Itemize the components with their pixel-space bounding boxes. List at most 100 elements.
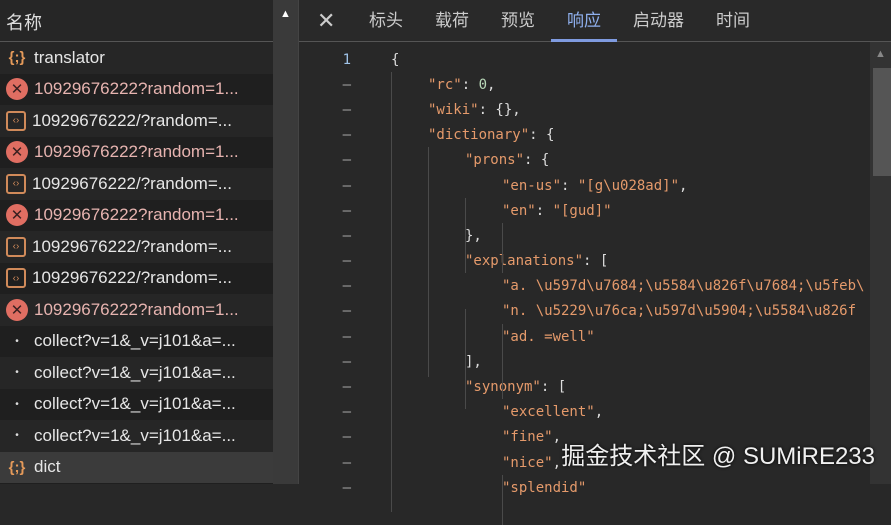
- token: "rc": [428, 76, 462, 93]
- token: "prons": [465, 152, 525, 169]
- request-row[interactable]: {;} translator: [0, 42, 273, 74]
- token: : {},: [478, 101, 521, 118]
- scrollbar-thumb[interactable]: [873, 68, 891, 176]
- indent-guide: [502, 324, 503, 399]
- token: ,: [487, 76, 496, 93]
- code-line: –},: [299, 223, 870, 248]
- request-name: 10929676222?random=1...: [34, 205, 239, 225]
- code-line: – "excellent",: [299, 400, 870, 425]
- token: "n. \u5229\u76ca;\u597d\u5904;\u5584\u82…: [502, 303, 857, 320]
- request-row[interactable]: ‹› 10929676222/?random=...: [0, 105, 273, 137]
- line-number: –: [342, 303, 351, 320]
- scroll-up-icon[interactable]: ▲: [273, 8, 298, 20]
- code-line: –"synonym": [: [299, 374, 870, 399]
- token: "wiki": [428, 101, 479, 118]
- token: "en": [502, 202, 536, 219]
- request-row[interactable]: {;} dict: [0, 451, 273, 483]
- code-line: – "dictionary": {: [299, 123, 870, 148]
- response-scrollbar[interactable]: ▲: [870, 42, 891, 484]
- document-icon: ‹›: [6, 110, 26, 131]
- error-icon: ✕: [6, 78, 28, 101]
- token: :: [461, 76, 479, 93]
- request-row[interactable]: ✕ 10929676222?random=1...: [0, 74, 273, 106]
- token: : [: [583, 253, 609, 270]
- line-number: –: [342, 227, 351, 244]
- token: "a. \u597d\u7684;\u5584\u826f\u7684;\u5f…: [502, 278, 865, 295]
- code-text: ],: [355, 354, 482, 370]
- code-line: – "en-us": "[g\u028ad]",: [299, 173, 870, 198]
- line-number: –: [342, 152, 351, 169]
- request-row[interactable]: ✕ 10929676222?random=1...: [0, 137, 273, 169]
- code-text: "explanations": [: [355, 253, 608, 269]
- request-row[interactable]: • collect?v=1&_v=j101&a=...: [0, 389, 273, 421]
- code-text: "excellent",: [355, 404, 603, 420]
- line-number: –: [342, 454, 351, 471]
- indent-guide: [502, 223, 503, 273]
- token: ,: [594, 404, 604, 421]
- code-line: – "en": "[gud]": [299, 198, 870, 223]
- token: "excellent": [502, 404, 595, 421]
- tab-2[interactable]: 预览: [485, 0, 551, 42]
- resource-dot-icon: •: [15, 430, 19, 442]
- line-number: –: [342, 127, 351, 144]
- code-text: "en-us": "[g\u028ad]",: [355, 178, 687, 194]
- request-row[interactable]: • collect?v=1&_v=j101&a=...: [0, 357, 273, 389]
- request-list-scrollbar[interactable]: ▲: [273, 0, 298, 484]
- token: ],: [465, 353, 482, 370]
- code-line: – "splendid": [299, 475, 870, 500]
- line-number: –: [342, 253, 351, 270]
- document-icon: ‹›: [6, 173, 26, 194]
- code-text: },: [355, 228, 482, 244]
- line-number: –: [342, 278, 351, 295]
- code-line: – "rc": 0,: [299, 72, 870, 97]
- code-line: – "prons": {: [299, 148, 870, 173]
- token: ,: [552, 454, 562, 471]
- token: ,: [552, 429, 562, 446]
- line-number: 1: [342, 51, 351, 68]
- line-number: –: [342, 353, 351, 370]
- request-row[interactable]: ✕ 10929676222?random=1...: [0, 200, 273, 232]
- code-text: "rc": 0,: [355, 77, 495, 93]
- line-number: –: [342, 328, 351, 345]
- tab-4[interactable]: 启动器: [617, 0, 700, 42]
- document-icon: ‹›: [6, 268, 26, 289]
- token: "[g\u028ad]": [577, 177, 680, 194]
- code-line: 1{: [299, 47, 870, 72]
- tab-5[interactable]: 时间: [700, 0, 766, 42]
- document-icon: ‹›: [6, 236, 26, 257]
- request-name: 10929676222/?random=...: [32, 236, 232, 256]
- details-tabs: ✕ 标头 载荷 预览 响应 启动器 时间: [299, 0, 891, 42]
- request-name: 10929676222?random=1...: [34, 299, 239, 319]
- token: : {: [529, 127, 555, 144]
- token: : {: [524, 152, 550, 169]
- tab-3[interactable]: 响应: [551, 0, 617, 42]
- code-text: "dictionary": {: [355, 127, 554, 143]
- request-row[interactable]: ‹› 10929676222/?random=...: [0, 263, 273, 295]
- indent-guide: [465, 198, 466, 273]
- request-row[interactable]: ‹› 10929676222/?random=...: [0, 168, 273, 200]
- name-column-header[interactable]: 名称: [0, 0, 273, 42]
- token: :: [561, 177, 578, 194]
- code-text: "fine",: [355, 429, 561, 445]
- request-name: collect?v=1&_v=j101&a=...: [34, 394, 236, 414]
- request-row[interactable]: ✕ 10929676222?random=1...: [0, 294, 273, 326]
- code-text: "a. \u597d\u7684;\u5584\u826f\u7684;\u5f…: [355, 278, 864, 294]
- request-name: collect?v=1&_v=j101&a=...: [34, 362, 236, 382]
- token: "[gud]": [552, 202, 612, 219]
- tab-1[interactable]: 载荷: [419, 0, 485, 42]
- tab-0[interactable]: 标头: [353, 0, 419, 42]
- indent-guide: [502, 475, 503, 525]
- request-row[interactable]: • collect?v=1&_v=j101&a=...: [0, 420, 273, 452]
- code-text: {: [355, 52, 399, 68]
- request-name: 10929676222/?random=...: [32, 268, 232, 288]
- request-name: 10929676222?random=1...: [34, 142, 239, 162]
- scroll-up-icon[interactable]: ▲: [870, 48, 891, 60]
- line-number: –: [342, 404, 351, 421]
- resource-dot-icon: •: [15, 335, 19, 347]
- request-row[interactable]: • collect?v=1&_v=j101&a=...: [0, 326, 273, 358]
- request-row[interactable]: ‹› 10929676222/?random=...: [0, 231, 273, 263]
- close-icon[interactable]: ✕: [317, 8, 347, 34]
- request-list: 名称 {;} translator ✕ 10929676222?random=1...…: [0, 0, 273, 484]
- request-name: 10929676222/?random=...: [32, 173, 232, 193]
- token: : [: [540, 379, 567, 396]
